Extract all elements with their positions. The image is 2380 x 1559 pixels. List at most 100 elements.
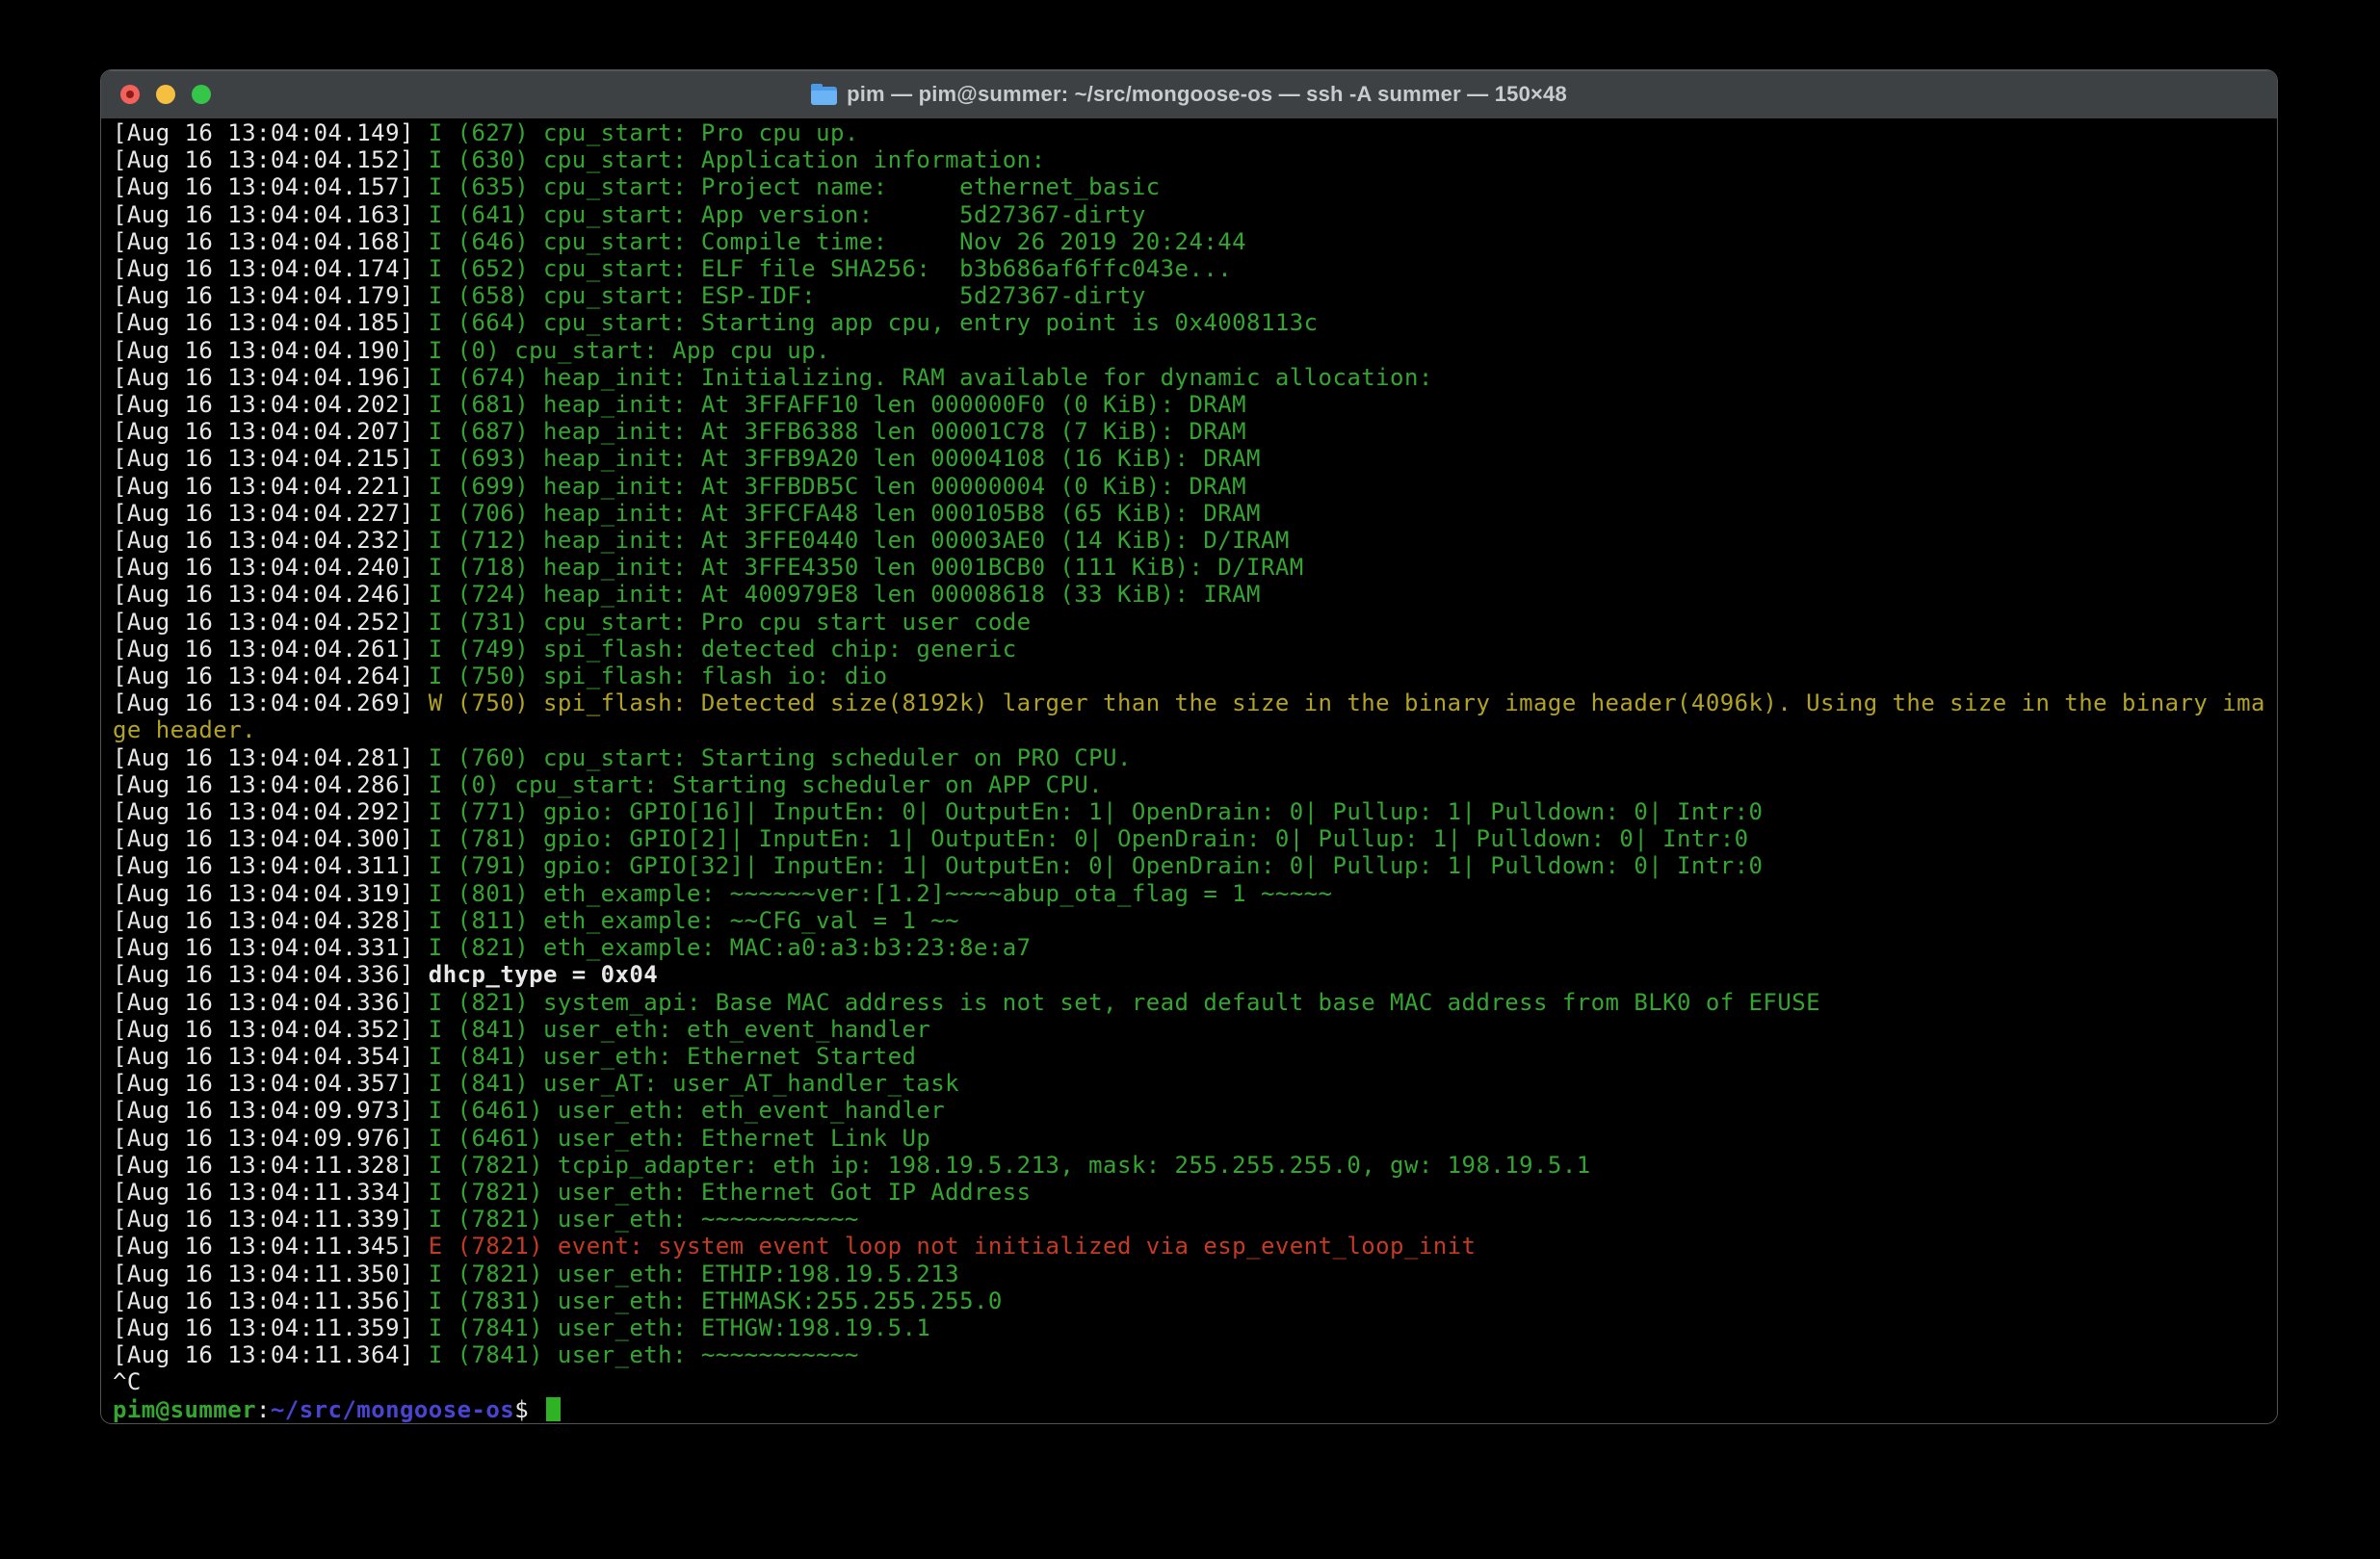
terminal-text-segment: I (652) cpu_start: ELF file SHA256: b3b6…	[429, 255, 1232, 282]
terminal-text-segment: ^C	[113, 1368, 142, 1395]
terminal-text-segment: I (801) eth_example: ~~~~~~ver:[1.2]~~~~…	[429, 880, 1333, 907]
terminal-text-segment: I (664) cpu_start: Starting app cpu, ent…	[429, 309, 1319, 336]
terminal-row: [Aug 16 13:04:11.359] I (7841) user_eth:…	[113, 1314, 2277, 1341]
terminal-text-segment: [Aug 16 13:04:04.328]	[113, 907, 429, 934]
terminal-text-segment: I (699) heap_init: At 3FFBDB5C len 00000…	[429, 473, 1246, 500]
terminal-text-segment: [Aug 16 13:04:04.190]	[113, 337, 429, 364]
terminal-text-segment: [Aug 16 13:04:11.339]	[113, 1206, 429, 1233]
terminal-text-segment: E (7821) event: system event loop not in…	[429, 1233, 1477, 1260]
terminal-text-segment: [Aug 16 13:04:04.152]	[113, 146, 429, 173]
terminal-row: [Aug 16 13:04:04.227] I (706) heap_init:…	[113, 500, 2277, 527]
terminal-row: [Aug 16 13:04:04.286] I (0) cpu_start: S…	[113, 771, 2277, 798]
terminal-row: ^C	[113, 1368, 2277, 1395]
terminal-text-segment: [Aug 16 13:04:04.163]	[113, 201, 429, 228]
terminal-text-segment: I (6461) user_eth: eth_event_handler	[429, 1097, 945, 1124]
title-bar[interactable]: pim — pim@summer: ~/src/mongoose-os — ss…	[101, 70, 2277, 119]
terminal-row: [Aug 16 13:04:04.352] I (841) user_eth: …	[113, 1016, 2277, 1043]
terminal-row: [Aug 16 13:04:04.207] I (687) heap_init:…	[113, 418, 2277, 445]
cursor	[546, 1397, 561, 1421]
terminal-text-segment: pim@summer	[113, 1396, 256, 1423]
terminal-text-segment: [Aug 16 13:04:04.252]	[113, 609, 429, 636]
terminal-text-segment: [Aug 16 13:04:11.356]	[113, 1287, 429, 1314]
terminal-text-segment: I (7821) user_eth: ~~~~~~~~~~~	[429, 1206, 859, 1233]
zoom-button[interactable]	[192, 85, 211, 104]
terminal-text-segment: I (781) gpio: GPIO[2]| InputEn: 1| Outpu…	[429, 825, 1749, 852]
terminal-text-segment: I (706) heap_init: At 3FFCFA48 len 00010…	[429, 500, 1261, 527]
window-title-group: pim — pim@summer: ~/src/mongoose-os — ss…	[811, 82, 1567, 107]
window-title: pim — pim@summer: ~/src/mongoose-os — ss…	[847, 82, 1567, 107]
minimize-button[interactable]	[156, 85, 175, 104]
terminal-text-segment: I (646) cpu_start: Compile time: Nov 26 …	[429, 228, 1246, 255]
terminal-text-segment: [Aug 16 13:04:11.350]	[113, 1260, 429, 1287]
terminal-text-segment: [Aug 16 13:04:04.174]	[113, 255, 429, 282]
terminal-text-segment: I (627) cpu_start: Pro cpu up.	[429, 119, 859, 146]
terminal-row: [Aug 16 13:04:04.196] I (674) heap_init:…	[113, 364, 2277, 391]
terminal-text-segment: [Aug 16 13:04:04.221]	[113, 473, 429, 500]
terminal-text-segment: [Aug 16 13:04:04.354]	[113, 1043, 429, 1070]
terminal-text-segment: [Aug 16 13:04:04.149]	[113, 119, 429, 146]
terminal-row: [Aug 16 13:04:11.364] I (7841) user_eth:…	[113, 1341, 2277, 1368]
terminal-text-segment: I (791) gpio: GPIO[32]| InputEn: 1| Outp…	[429, 852, 1764, 879]
terminal-text-segment: I (641) cpu_start: App version: 5d27367-…	[429, 201, 1146, 228]
terminal-screen[interactable]: [Aug 16 13:04:04.149] I (627) cpu_start:…	[101, 118, 2277, 1423]
terminal-row: [Aug 16 13:04:04.357] I (841) user_AT: u…	[113, 1070, 2277, 1097]
terminal-text-segment: [Aug 16 13:04:04.202]	[113, 391, 429, 418]
terminal-text-segment: [Aug 16 13:04:04.300]	[113, 825, 429, 852]
terminal-row: [Aug 16 13:04:04.190] I (0) cpu_start: A…	[113, 337, 2277, 364]
terminal-text-segment: I (811) eth_example: ~~CFG_val = 1 ~~	[429, 907, 959, 934]
terminal-text-segment: [Aug 16 13:04:04.157]	[113, 173, 429, 200]
terminal-text-segment: [Aug 16 13:04:04.246]	[113, 581, 429, 608]
terminal-row: [Aug 16 13:04:04.300] I (781) gpio: GPIO…	[113, 825, 2277, 852]
terminal-text-segment: I (674) heap_init: Initializing. RAM ava…	[429, 364, 1433, 391]
terminal-row: [Aug 16 13:04:04.215] I (693) heap_init:…	[113, 445, 2277, 472]
terminal-row: [Aug 16 13:04:04.328] I (811) eth_exampl…	[113, 907, 2277, 934]
terminal-window: pim — pim@summer: ~/src/mongoose-os — ss…	[100, 69, 2278, 1424]
terminal-text-segment: [Aug 16 13:04:04.240]	[113, 554, 429, 581]
terminal-row: [Aug 16 13:04:04.252] I (731) cpu_start:…	[113, 609, 2277, 636]
folder-icon	[811, 84, 837, 105]
terminal-row: [Aug 16 13:04:04.168] I (646) cpu_start:…	[113, 228, 2277, 255]
close-modified-dot-icon	[126, 91, 134, 98]
terminal-text-segment: ge header.	[113, 716, 256, 743]
terminal-text-segment: I (658) cpu_start: ESP-IDF: 5d27367-dirt…	[429, 282, 1146, 309]
terminal-row: [Aug 16 13:04:04.331] I (821) eth_exampl…	[113, 934, 2277, 961]
terminal-text-segment: [Aug 16 13:04:04.185]	[113, 309, 429, 336]
terminal-row: [Aug 16 13:04:04.179] I (658) cpu_start:…	[113, 282, 2277, 309]
terminal-text-segment: I (681) heap_init: At 3FFAFF10 len 00000…	[429, 391, 1246, 418]
terminal-text-segment: ~/src/mongoose-os	[271, 1396, 514, 1423]
terminal-text-segment: [Aug 16 13:04:09.973]	[113, 1097, 429, 1124]
terminal-text-segment: I (841) user_eth: Ethernet Started	[429, 1043, 917, 1070]
terminal-row: [Aug 16 13:04:04.264] I (750) spi_flash:…	[113, 663, 2277, 689]
terminal-text-segment: I (841) user_AT: user_AT_handler_task	[429, 1070, 959, 1097]
terminal-text-segment: I (749) spi_flash: detected chip: generi…	[429, 636, 1017, 663]
traffic-lights	[120, 85, 211, 104]
terminal-text-segment: [Aug 16 13:04:11.364]	[113, 1341, 429, 1368]
terminal-text-segment: [Aug 16 13:04:04.269]	[113, 689, 429, 716]
terminal-text-segment: I (687) heap_init: At 3FFB6388 len 00001…	[429, 418, 1246, 445]
terminal-text-segment: I (693) heap_init: At 3FFB9A20 len 00004…	[429, 445, 1261, 472]
terminal-text-segment: I (7841) user_eth: ~~~~~~~~~~~	[429, 1341, 859, 1368]
terminal-text-segment: I (7841) user_eth: ETHGW:198.19.5.1	[429, 1314, 930, 1341]
terminal-row: [Aug 16 13:04:09.976] I (6461) user_eth:…	[113, 1125, 2277, 1152]
terminal-text-segment: [Aug 16 13:04:04.336]	[113, 961, 429, 988]
terminal-row: [Aug 16 13:04:04.221] I (699) heap_init:…	[113, 473, 2277, 500]
close-button[interactable]	[120, 85, 140, 104]
terminal-text-segment: [Aug 16 13:04:04.215]	[113, 445, 429, 472]
terminal-row: [Aug 16 13:04:04.281] I (760) cpu_start:…	[113, 744, 2277, 771]
terminal-row: [Aug 16 13:04:04.336] dhcp_type = 0x04	[113, 961, 2277, 988]
terminal-row: [Aug 16 13:04:04.354] I (841) user_eth: …	[113, 1043, 2277, 1070]
terminal-text-segment: [Aug 16 13:04:04.207]	[113, 418, 429, 445]
terminal-text-segment: I (712) heap_init: At 3FFE0440 len 00003…	[429, 527, 1290, 554]
terminal-text-segment: [Aug 16 13:04:11.345]	[113, 1233, 429, 1260]
terminal-row: [Aug 16 13:04:11.350] I (7821) user_eth:…	[113, 1260, 2277, 1287]
terminal-row: [Aug 16 13:04:04.336] I (821) system_api…	[113, 989, 2277, 1016]
terminal-text-segment: I (724) heap_init: At 400979E8 len 00008…	[429, 581, 1261, 608]
terminal-row: [Aug 16 13:04:04.163] I (641) cpu_start:…	[113, 201, 2277, 228]
terminal-row: [Aug 16 13:04:04.311] I (791) gpio: GPIO…	[113, 852, 2277, 879]
terminal-text-segment: [Aug 16 13:04:11.334]	[113, 1179, 429, 1206]
terminal-text-segment: [Aug 16 13:04:04.264]	[113, 663, 429, 689]
terminal-row: [Aug 16 13:04:04.319] I (801) eth_exampl…	[113, 880, 2277, 907]
terminal-text-segment: I (841) user_eth: eth_event_handler	[429, 1016, 930, 1043]
terminal-row: ge header.	[113, 716, 2277, 743]
terminal-text-segment: I (7821) user_eth: ETHIP:198.19.5.213	[429, 1260, 959, 1287]
